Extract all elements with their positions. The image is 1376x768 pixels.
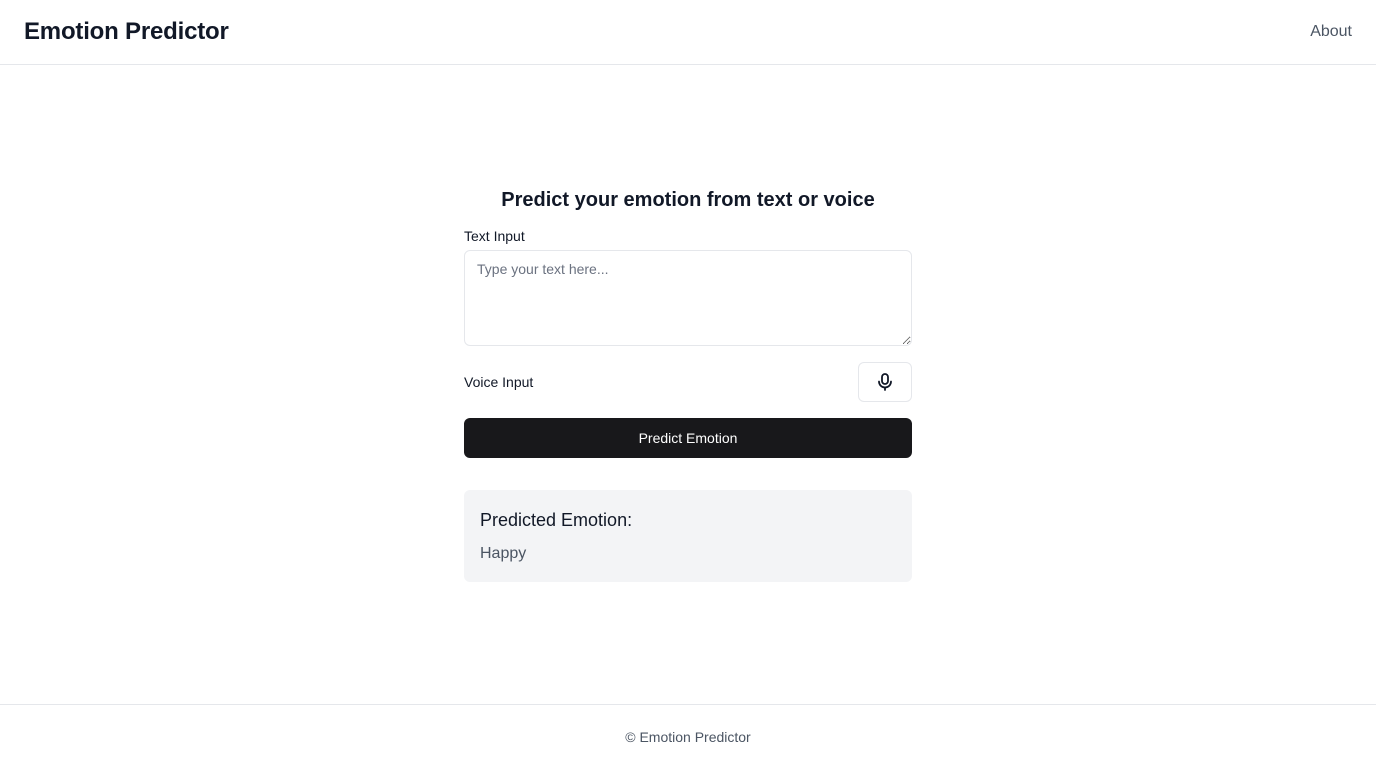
- app-footer: © Emotion Predictor: [0, 704, 1376, 768]
- footer-copyright: © Emotion Predictor: [625, 728, 751, 745]
- voice-input-row: Voice Input: [464, 362, 912, 402]
- app-header: Emotion Predictor About: [0, 0, 1376, 65]
- voice-record-button[interactable]: [858, 362, 912, 402]
- predict-emotion-button[interactable]: Predict Emotion: [464, 418, 912, 458]
- emotion-form: Predict your emotion from text or voice …: [464, 186, 912, 582]
- nav-link-about[interactable]: About: [1310, 23, 1352, 41]
- text-input-label: Text Input: [464, 228, 525, 244]
- app-title: Emotion Predictor: [24, 18, 229, 45]
- voice-input-label: Voice Input: [464, 374, 534, 390]
- text-input-field[interactable]: [464, 250, 912, 346]
- result-card: Predicted Emotion: Happy: [464, 490, 912, 582]
- microphone-icon: [878, 373, 892, 391]
- page-heading: Predict your emotion from text or voice: [501, 189, 875, 211]
- predicted-emotion-value: Happy: [480, 545, 527, 562]
- result-title: Predicted Emotion:: [480, 510, 633, 530]
